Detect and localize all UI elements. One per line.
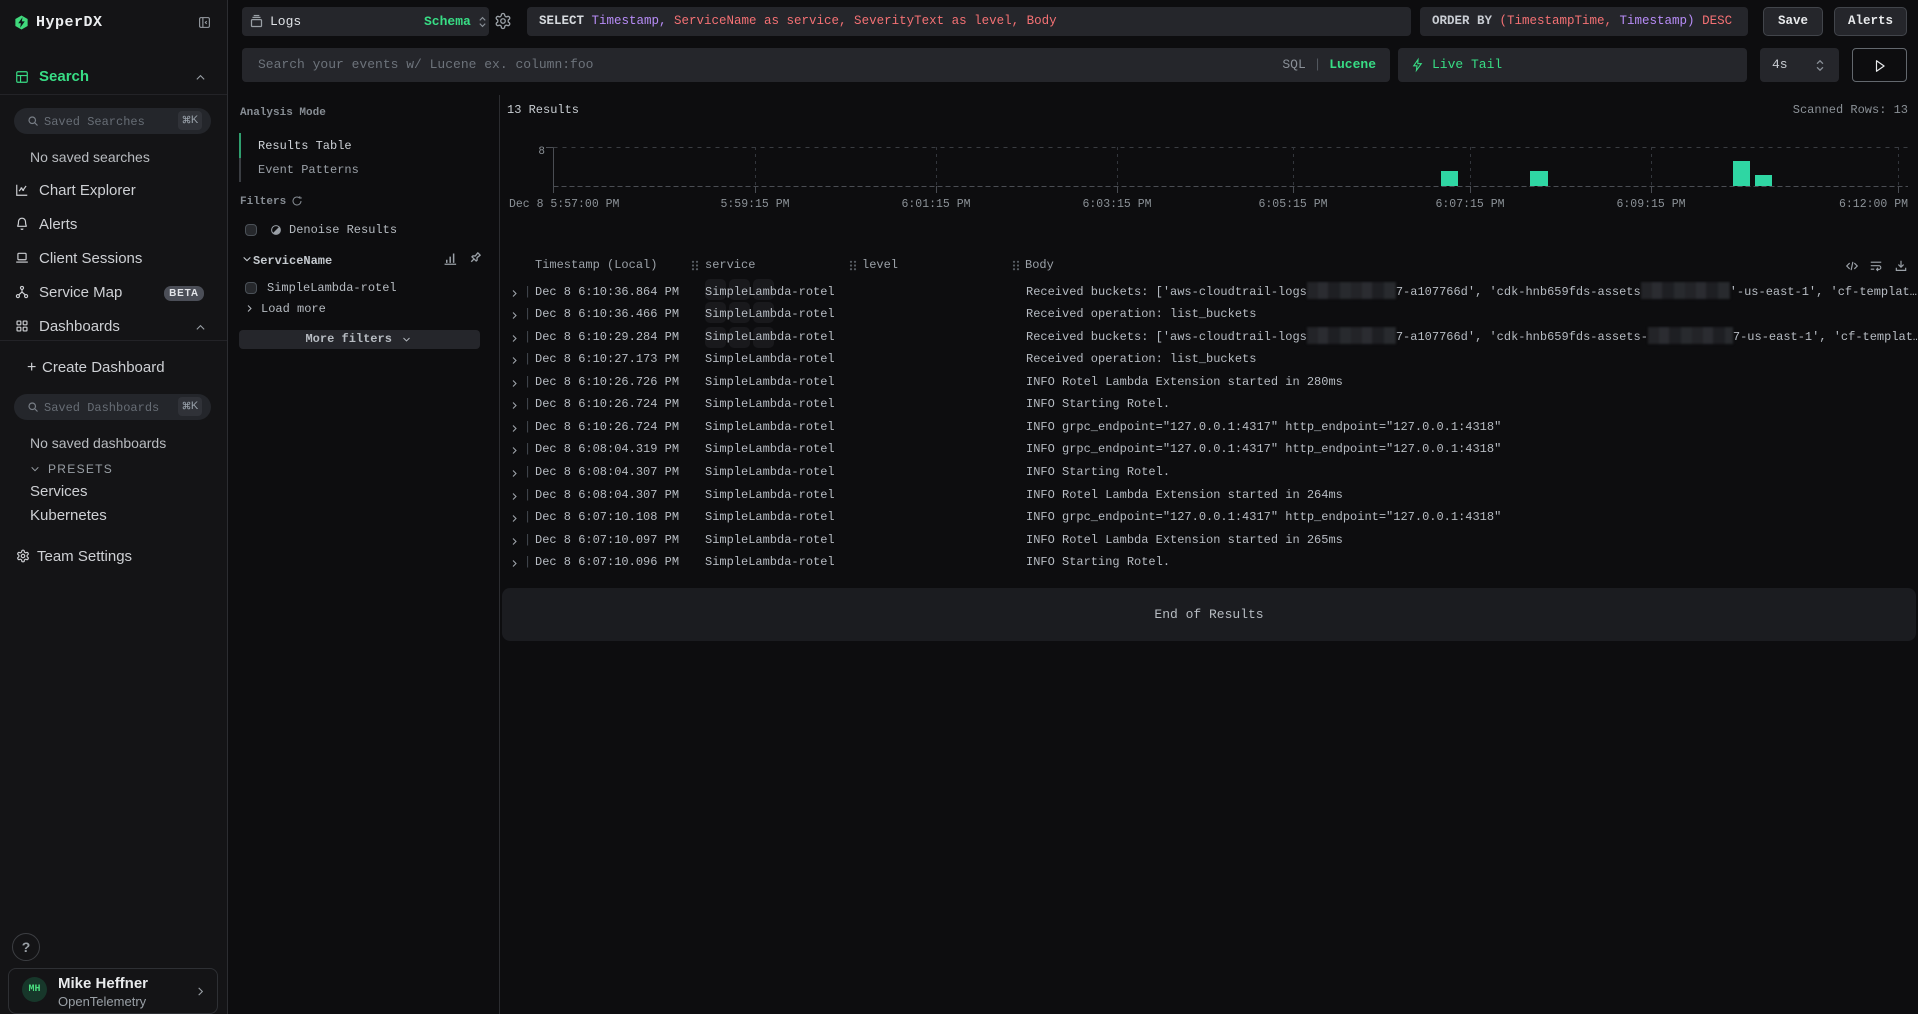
- svg-text:6:07:15 PM: 6:07:15 PM: [1435, 198, 1504, 211]
- svg-text:5:59:15 PM: 5:59:15 PM: [720, 198, 789, 211]
- svg-text:6:12:00 PM: 6:12:00 PM: [1839, 198, 1908, 211]
- svg-text:6:01:15 PM: 6:01:15 PM: [901, 198, 970, 211]
- svg-text:8: 8: [538, 146, 545, 158]
- svg-text:6:09:15 PM: 6:09:15 PM: [1616, 198, 1685, 211]
- svg-text:6:05:15 PM: 6:05:15 PM: [1258, 198, 1327, 211]
- svg-text:6:03:15 PM: 6:03:15 PM: [1082, 198, 1151, 211]
- svg-text:Dec 8 5:57:00 PM: Dec 8 5:57:00 PM: [509, 198, 620, 211]
